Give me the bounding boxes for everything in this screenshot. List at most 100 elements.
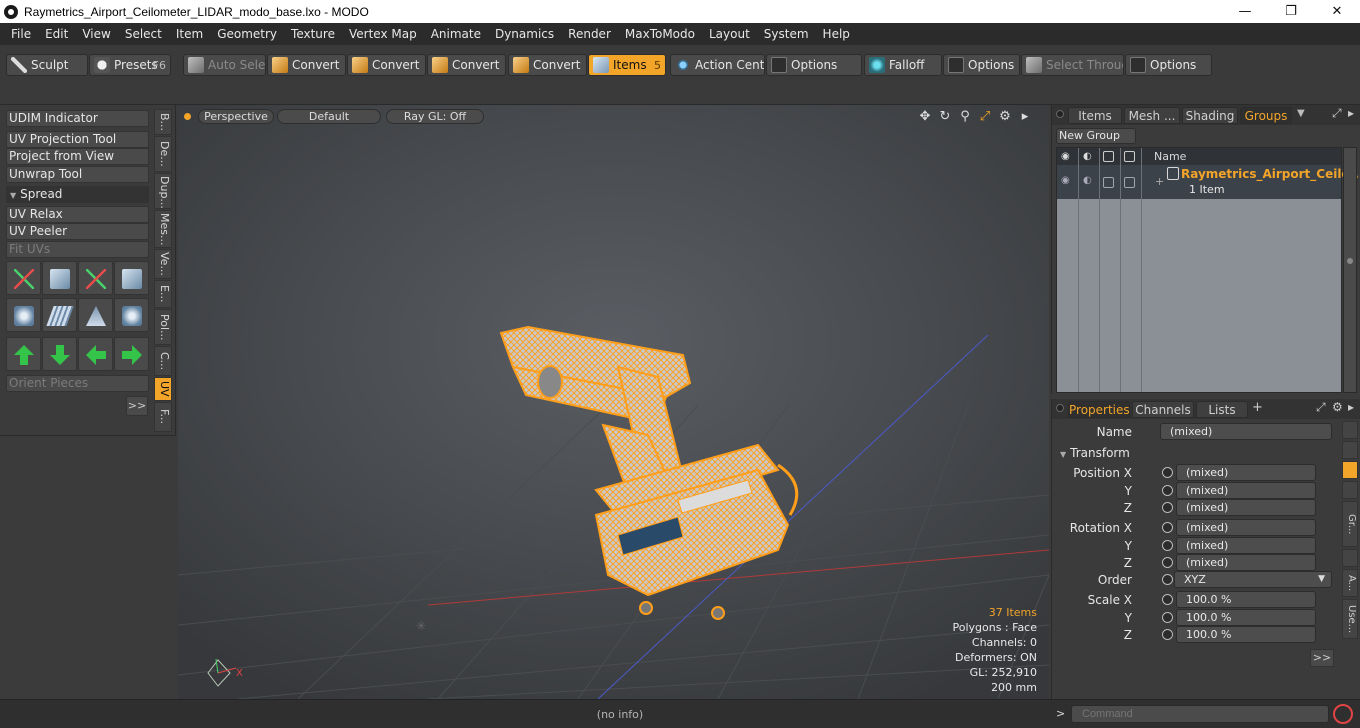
select-through-options-button[interactable]: Options [1125,54,1212,76]
pan-icon[interactable]: ✥ [917,109,933,125]
uv-perspective-tool-button[interactable] [78,298,113,332]
convert-polygons-button[interactable]: Convert [427,54,506,76]
3d-viewport[interactable]: X ✳ Perspective Default Ray GL: Off ✥ ↻ … [178,105,1049,699]
tab-items[interactable]: Items [1068,107,1122,124]
rotation-y-field[interactable]: (mixed) [1176,537,1316,554]
close-button[interactable]: ✕ [1314,0,1360,23]
raygl-toggle[interactable]: Ray GL: Off [386,109,484,124]
vtab-curve[interactable]: C... [154,346,172,376]
items-mode-button[interactable]: Items 5 [588,54,666,76]
command-input[interactable] [1071,705,1329,723]
side-tab-user[interactable]: Use... [1342,599,1358,639]
menu-dynamics[interactable]: Dynamics [488,23,561,45]
uv-projection-tool-button[interactable]: UV Projection Tool [6,131,149,148]
tab-groups[interactable]: Groups [1240,107,1292,124]
convert-vertices-button[interactable]: Convert [267,54,346,76]
rotation-z-field[interactable]: (mixed) [1176,554,1316,571]
vtab-vertex[interactable]: Ve... [154,249,172,279]
vtab-edge[interactable]: E... [154,280,172,308]
expand-plus-icon[interactable]: + [1155,175,1164,188]
groups-list-scrollbar[interactable] [1343,147,1357,393]
order-keyframe-toggle[interactable] [1162,574,1173,585]
side-tab-4[interactable] [1342,481,1358,499]
panel-options-icon[interactable]: ▸ [1348,106,1354,120]
scale-y-field[interactable]: 100.0 % [1176,609,1316,626]
visibility-eye-icon[interactable]: ◉ [1061,151,1072,162]
menu-help[interactable]: Help [816,23,857,45]
more-arrow-icon[interactable]: ▸ [1017,109,1033,125]
align-down-button[interactable] [42,337,77,371]
position-x-field[interactable]: (mixed) [1176,464,1316,481]
zoom-icon[interactable]: ⚲ [957,109,973,125]
settings-gear-icon[interactable]: ⚙ [997,109,1013,125]
uv-planar-tool-button[interactable] [42,298,77,332]
vtab-polygon[interactable]: Pol... [154,309,172,345]
menu-layout[interactable]: Layout [702,23,757,45]
menu-vertex-map[interactable]: Vertex Map [342,23,424,45]
tab-dropdown-icon[interactable]: ▼ [1297,108,1305,119]
side-tab-groups[interactable]: Gr... [1342,501,1358,547]
vtab-deform[interactable]: De... [154,136,172,172]
unwrap-tool-button[interactable]: Unwrap Tool [6,166,149,183]
rotation-y-keyframe-toggle[interactable] [1162,540,1173,551]
transform-section-header[interactable]: ▼ Transform [1060,446,1130,460]
select-cube-icon[interactable] [1124,151,1135,162]
menu-view[interactable]: View [75,23,117,45]
tab-channels[interactable]: Channels [1132,401,1194,418]
lock-cube-icon[interactable] [1103,151,1114,162]
position-y-field[interactable]: (mixed) [1176,482,1316,499]
scale-z-field[interactable]: 100.0 % [1176,626,1316,643]
viewport-menu-icon[interactable] [184,113,191,120]
menu-maxtomodo[interactable]: MaxToModo [618,23,702,45]
vtab-duplicate[interactable]: Dup... [154,173,172,209]
vtab-uv[interactable]: UV [154,377,172,401]
new-group-button[interactable]: New Group [1056,128,1136,144]
shading-style-dropdown[interactable]: Default [277,109,381,124]
uv-peeler-button[interactable]: UV Peeler [6,223,149,240]
maximize-button[interactable]: ❐ [1268,0,1314,23]
action-center-button[interactable]: Action Center [670,54,765,76]
record-macro-icon[interactable] [1333,704,1353,724]
side-tab-6[interactable] [1342,549,1358,567]
fit-view-icon[interactable]: ⤢ [977,109,993,125]
scale-x-keyframe-toggle[interactable] [1162,594,1173,605]
minimize-button[interactable]: — [1222,0,1268,23]
menu-item[interactable]: Item [169,23,210,45]
uv-box-tool-button[interactable] [114,261,149,295]
align-up-button[interactable] [6,337,41,371]
uv-cylinder-tool-button[interactable] [6,298,41,332]
menu-render[interactable]: Render [561,23,618,45]
menu-select[interactable]: Select [118,23,169,45]
tab-lists[interactable]: Lists [1196,401,1248,418]
presets-button[interactable]: Presets F6 [89,54,171,76]
rotate-icon[interactable]: ↻ [937,109,953,125]
side-tab-2[interactable] [1342,441,1358,459]
spread-section-header[interactable]: ▼ Spread [6,186,149,203]
position-y-keyframe-toggle[interactable] [1162,485,1173,496]
uv-sphere-tool-button[interactable] [114,298,149,332]
render-camera-icon[interactable]: ◐ [1083,151,1094,162]
align-left-button[interactable] [78,337,113,371]
scale-y-keyframe-toggle[interactable] [1162,612,1173,623]
properties-expand-button[interactable]: >> [1310,649,1334,667]
left-panel-expand-button[interactable]: >> [126,396,148,416]
uv-transform-tool-button[interactable] [6,261,41,295]
menu-geometry[interactable]: Geometry [210,23,284,45]
falloff-options-button[interactable]: Options [943,54,1020,76]
side-tab-assembly[interactable]: A... [1342,569,1358,597]
tab-mesh[interactable]: Mesh ... [1124,107,1180,124]
view-type-dropdown[interactable]: Perspective [198,109,274,124]
convert-items-button[interactable]: Convert [508,54,587,76]
falloff-button[interactable]: Falloff [864,54,942,76]
rotation-x-keyframe-toggle[interactable] [1162,522,1173,533]
uv-move-tool-button[interactable] [78,261,113,295]
menu-system[interactable]: System [757,23,816,45]
menu-file[interactable]: File [4,23,38,45]
panel-menu-icon[interactable] [1056,404,1064,412]
row-select-checkbox[interactable] [1124,177,1135,188]
udim-indicator-button[interactable]: UDIM Indicator [6,110,149,127]
row-lock-checkbox[interactable] [1103,177,1114,188]
menu-animate[interactable]: Animate [424,23,488,45]
fit-uvs-button[interactable]: Fit UVs [6,241,149,258]
rotation-x-field[interactable]: (mixed) [1176,519,1316,536]
